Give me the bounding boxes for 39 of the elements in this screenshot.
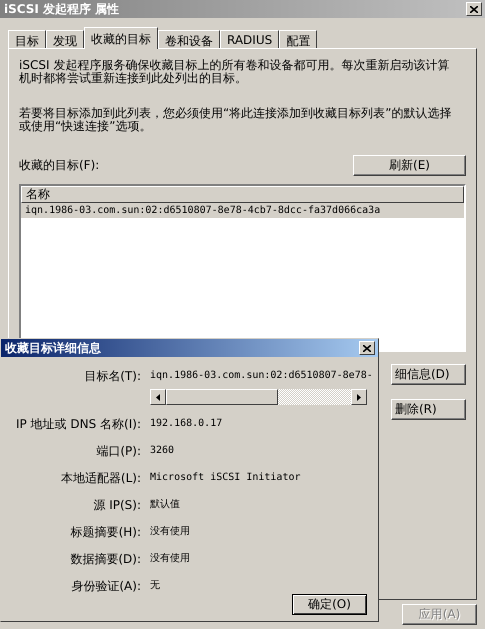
field-value: 默认值	[150, 498, 181, 512]
field-label: 目标名(T):	[83, 368, 141, 384]
left-arrow-icon[interactable]	[156, 394, 160, 400]
refresh-button[interactable]: 刷新(E)	[353, 155, 466, 176]
horizontal-scrollbar[interactable]	[150, 389, 367, 405]
tab[interactable]: 目标	[8, 30, 46, 48]
ok-button[interactable]: 确定(O)	[292, 594, 367, 615]
field-label: 端口(P):	[95, 443, 141, 459]
list-row[interactable]: iqn.1986-03.com.sun:02:d6510807-8e78-4cb7-8dcc-fa37d066ca3a	[21, 203, 464, 218]
field-label: 数据摘要(D):	[69, 551, 141, 567]
tab[interactable]: 收藏的目标	[84, 27, 158, 49]
field-label: 标题摘要(H):	[70, 524, 141, 540]
tab[interactable]: RADIUS	[220, 30, 280, 48]
tab[interactable]: 配置	[279, 30, 318, 48]
remove-button[interactable]: 删除(R)	[391, 399, 466, 420]
field-value: 没有使用	[150, 552, 191, 566]
description-text: iSCSI 发起程序服务确保收藏目标上的所有卷和设备都可用。每次重新启动该计算机时都将尝试重新连接到此处列出的目标。	[19, 59, 450, 85]
description-text: 若要将目标添加到此列表，您必须使用“将此连接添加到收藏目标列表”的默认选择或使用“快速连接”选项。	[19, 107, 452, 133]
column-header[interactable]: 名称	[21, 186, 464, 203]
field-value: 3260	[150, 444, 176, 458]
field-value: 192.168.0.17	[150, 417, 224, 431]
close-icon	[363, 344, 371, 352]
window-title: iSCSI 发起程序 属性	[4, 0, 120, 18]
close-button[interactable]	[359, 341, 375, 355]
close-icon	[470, 6, 478, 12]
right-arrow-icon[interactable]	[357, 394, 361, 400]
field-label: IP 地址或 DNS 名称(I):	[15, 416, 141, 432]
tab[interactable]: 发现	[46, 30, 84, 48]
field-label: 身份验证(A):	[70, 578, 141, 594]
field-value: 无	[150, 579, 161, 593]
field-value: Microsoft iSCSI Initiator	[150, 471, 302, 485]
dialog-title: 收藏目标详细信息	[5, 340, 101, 356]
field-value: 没有使用	[150, 525, 191, 539]
details-button[interactable]: 细信息(D)	[391, 364, 466, 385]
tab[interactable]: 卷和设备	[158, 30, 220, 48]
list-label: 收藏的目标(F):	[19, 157, 100, 174]
field-label: 源 IP(S):	[92, 497, 141, 513]
field-label: 本地适配器(L):	[60, 470, 141, 486]
field-value: iqn.1986-03.com.sun:02:d6510807-8e78-	[150, 369, 373, 383]
